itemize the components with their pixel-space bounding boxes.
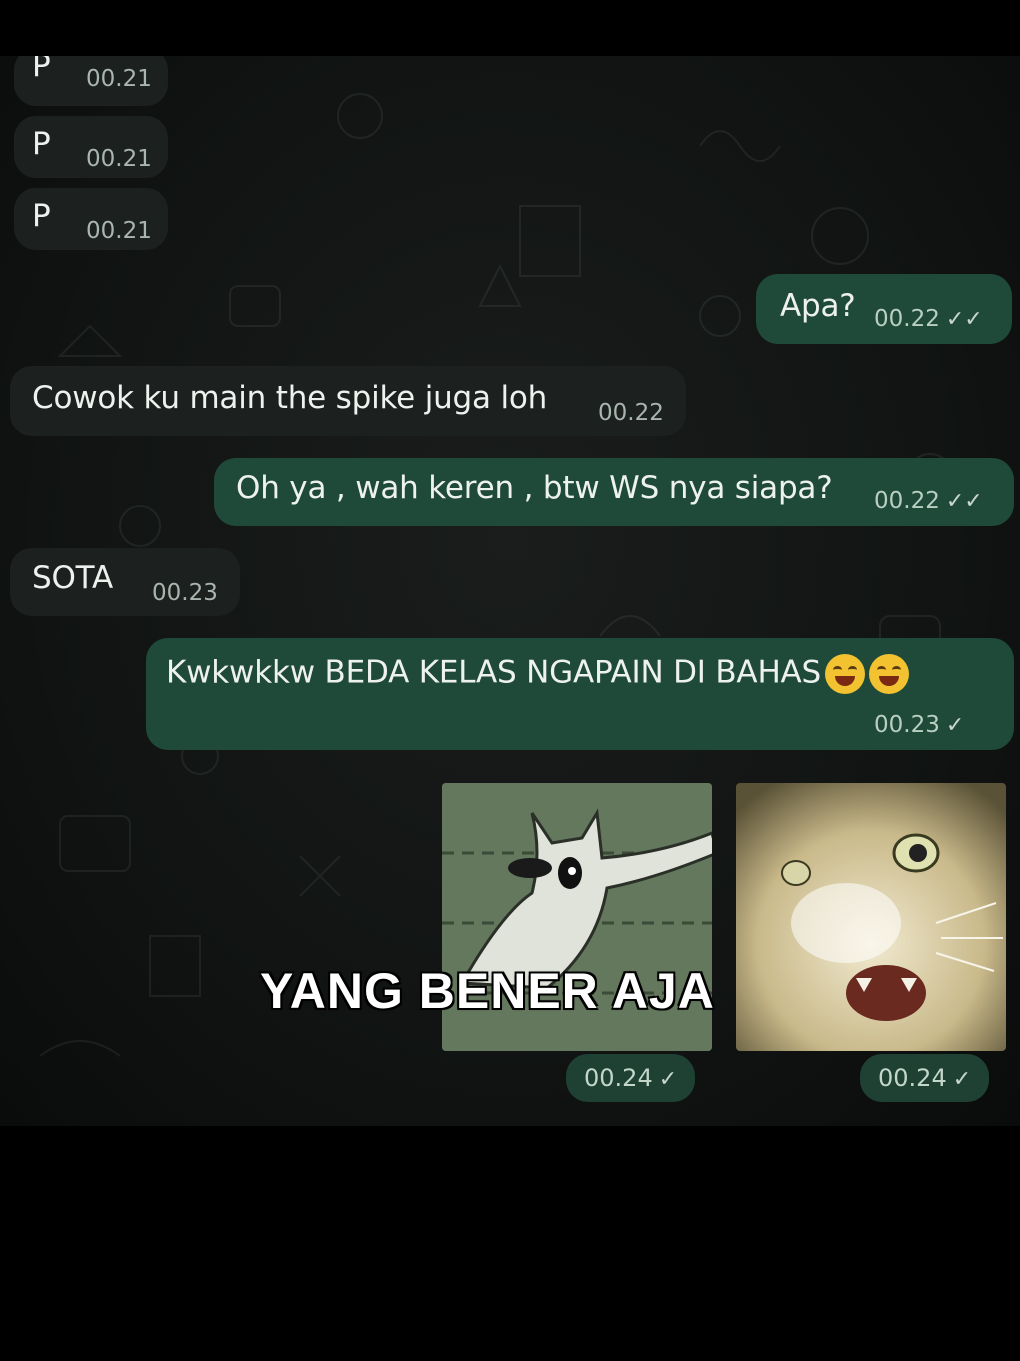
read-receipt-icon: ✓✓ [945, 307, 983, 332]
message-text: Apa? [780, 288, 856, 324]
message-time: 00.21 [86, 218, 152, 244]
message-text: Kwkwkkw BEDA KELAS NGAPAIN DI BAHAS [166, 654, 910, 694]
crying-laughing-emoji-icon [825, 654, 866, 694]
message-text: SOTA [32, 560, 114, 596]
message-time: 00.23 ✓ [874, 712, 965, 738]
message-time: 00.21 [86, 146, 152, 172]
message-bubble-outgoing[interactable]: Apa? 00.22 ✓✓ [756, 274, 1012, 344]
message-text: P [32, 126, 51, 162]
message-bubble-incoming[interactable]: P 00.21 [14, 116, 168, 178]
message-time: 00.23 [152, 580, 218, 606]
sticker-time-pill: 00.24 ✓ [566, 1054, 696, 1102]
message-bubble-incoming[interactable]: Cowok ku main the spike juga loh 00.22 [10, 366, 686, 436]
message-time: 00.22 ✓✓ [874, 488, 983, 514]
message-text: P [32, 198, 51, 234]
message-time: 00.21 [86, 66, 152, 92]
message-bubble-outgoing[interactable]: Kwkwkkw BEDA KELAS NGAPAIN DI BAHAS 00.2… [146, 638, 1014, 750]
laughing-emoji-icon [869, 654, 910, 694]
read-receipt-icon: ✓ [945, 713, 965, 738]
shocked-cat-image [736, 783, 1006, 1051]
message-bubble-incoming[interactable]: P 00.21 [14, 56, 168, 106]
message-bubble-incoming[interactable]: SOTA 00.23 [10, 548, 240, 616]
sticker-time-pill: 00.24 ✓ [860, 1054, 990, 1102]
message-bubble-outgoing[interactable]: Oh ya , wah keren , btw WS nya siapa? 00… [214, 458, 1014, 526]
video-caption: YANG BENER AJA [260, 963, 715, 1019]
message-bubble-incoming[interactable]: P 00.21 [14, 188, 168, 250]
message-time: 00.22 ✓✓ [874, 306, 983, 332]
shocked-cat-sticker[interactable] [736, 783, 1006, 1051]
message-text: Oh ya , wah keren , btw WS nya siapa? [236, 470, 833, 506]
read-receipt-icon: ✓✓ [945, 489, 983, 514]
message-text: Cowok ku main the spike juga loh [32, 380, 548, 416]
message-time: 00.22 [598, 400, 664, 426]
message-text: P [32, 56, 51, 84]
read-receipt-icon: ✓ [952, 1067, 972, 1092]
read-receipt-icon: ✓ [658, 1067, 678, 1092]
